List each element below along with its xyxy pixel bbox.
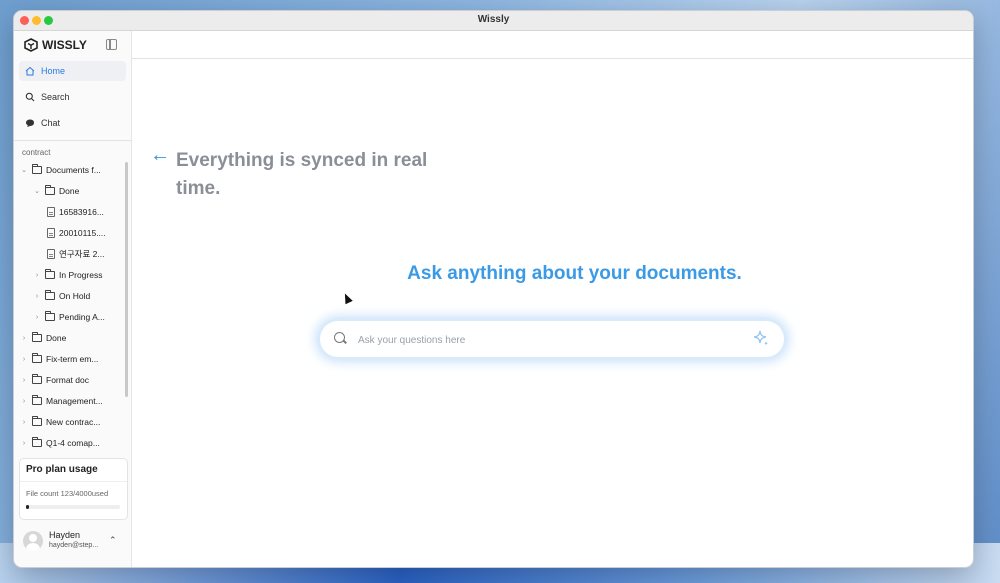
tree-file[interactable]: 연구자료 2...: [47, 247, 104, 261]
tree-item-done[interactable]: › Done: [20, 331, 66, 345]
tree-item-fix-term[interactable]: › Fix-term em...: [20, 352, 98, 366]
tree-item-new-contract[interactable]: › New contrac...: [20, 415, 100, 429]
sidebar-item-label: Chat: [41, 118, 61, 128]
tree-item-pending[interactable]: › Pending A...: [33, 310, 105, 324]
question-input[interactable]: [356, 329, 740, 351]
home-icon: [25, 66, 35, 76]
tree-item-label: Pending A...: [59, 312, 105, 322]
tree-item-in-progress[interactable]: › In Progress: [33, 268, 102, 282]
folder-icon: [32, 437, 42, 447]
search-icon: [25, 92, 35, 102]
folder-icon: [32, 353, 42, 363]
file-icon: [47, 207, 55, 217]
folder-icon: [45, 290, 55, 300]
usage-progress-bar: [26, 505, 120, 509]
tree-item-management[interactable]: › Management...: [20, 394, 103, 408]
chevron-right-icon[interactable]: ›: [20, 440, 28, 447]
tree-item-label: New contrac...: [46, 417, 101, 427]
file-icon: [47, 249, 55, 259]
chat-icon: [26, 119, 34, 127]
folder-icon: [45, 311, 55, 321]
sidebar: WISSLY Home Search Chat contract ⌄ Docum…: [14, 31, 132, 567]
chevron-down-icon[interactable]: ⌄: [33, 187, 41, 195]
tree-item-label: On Hold: [59, 291, 91, 301]
tree-item-label: Fix-term em...: [46, 354, 99, 364]
folder-icon: [32, 374, 42, 384]
sidebar-collapse-button[interactable]: [106, 39, 117, 50]
chevron-right-icon[interactable]: ›: [33, 314, 41, 321]
tree-item-label: 연구자료 2...: [59, 249, 105, 259]
tree-item-on-hold[interactable]: › On Hold: [33, 289, 90, 303]
tree-item-label: Done: [46, 333, 67, 343]
folder-icon: [32, 416, 42, 426]
logo-icon: [24, 38, 38, 52]
usage-progress-fill: [26, 505, 29, 509]
file-icon: [47, 228, 55, 238]
usage-divider: [20, 481, 127, 482]
tree-item-documents[interactable]: ⌄ Documents f...: [20, 163, 101, 177]
sidebar-divider: [14, 140, 131, 141]
usage-title: Pro plan usage: [26, 464, 98, 475]
chevron-down-icon[interactable]: ⌄: [20, 166, 28, 174]
sidebar-item-search[interactable]: Search: [19, 87, 126, 107]
sidebar-item-label: Home: [41, 66, 66, 76]
folder-icon: [32, 332, 42, 342]
user-name: Hayden: [49, 530, 81, 540]
folder-icon: [32, 164, 42, 174]
mouse-cursor: [341, 291, 353, 305]
sidebar-item-label: Search: [41, 92, 70, 102]
tree-item-q1-4[interactable]: › Q1-4 comap...: [20, 436, 100, 450]
sidebar-scrollbar[interactable]: [125, 162, 128, 397]
tree-file[interactable]: 20010115....: [47, 226, 106, 240]
user-email: hayden@step...: [49, 542, 99, 549]
main-header: [132, 31, 973, 59]
sync-hint: ← Everything is synced in real time.: [150, 144, 466, 203]
folder-icon: [45, 269, 55, 279]
title-bar: Wissly: [14, 11, 973, 31]
usage-card: Pro plan usage File count 123/4000used: [19, 458, 128, 520]
question-search-box[interactable]: [320, 321, 784, 357]
avatar: [23, 531, 43, 551]
page-headline: Ask anything about your documents.: [407, 263, 742, 284]
tree-item-label: Q1-4 comap...: [46, 438, 100, 448]
chevron-right-icon[interactable]: ›: [20, 356, 28, 363]
app-window: Wissly WISSLY Home Search Chat contract …: [13, 10, 974, 568]
folder-icon: [32, 395, 42, 405]
search-icon: [334, 332, 345, 343]
sidebar-item-home[interactable]: Home: [19, 61, 126, 81]
hint-text: Everything is synced in real time.: [176, 150, 428, 199]
logo-text: WISSLY: [42, 38, 87, 52]
chevron-right-icon[interactable]: ›: [20, 419, 28, 426]
arrow-left-icon: ←: [150, 144, 170, 166]
chevron-right-icon[interactable]: ›: [33, 293, 41, 300]
tree-item-label: Documents f...: [46, 165, 101, 175]
chevron-right-icon[interactable]: ›: [20, 377, 28, 384]
tree-item-label: 16583916...: [59, 207, 104, 217]
chevron-right-icon[interactable]: ›: [20, 335, 28, 342]
tree-item-label: Done: [59, 186, 80, 196]
usage-text: File count 123/4000used: [26, 489, 109, 498]
user-menu[interactable]: Hayden hayden@step... ⌃: [23, 529, 128, 555]
section-label: contract: [22, 148, 51, 157]
tree-item-done[interactable]: ⌄ Done: [33, 184, 79, 198]
tree-item-label: 20010115....: [59, 228, 106, 238]
sidebar-item-chat[interactable]: Chat: [19, 113, 126, 133]
sparkle-icon[interactable]: [752, 329, 770, 347]
tree-item-label: Format doc: [46, 375, 89, 385]
tree-item-format-doc[interactable]: › Format doc: [20, 373, 89, 387]
tree-file[interactable]: 16583916...: [47, 205, 104, 219]
app-logo: WISSLY: [24, 38, 87, 52]
chevron-right-icon[interactable]: ›: [33, 272, 41, 279]
folder-icon: [45, 185, 55, 195]
chevron-up-icon[interactable]: ⌃: [109, 535, 117, 546]
window-title: Wissly: [477, 14, 510, 25]
tree-item-label: Management...: [46, 396, 103, 406]
chevron-right-icon[interactable]: ›: [20, 398, 28, 405]
tree-item-label: In Progress: [59, 270, 103, 280]
main-content: ← Everything is synced in real time. Ask…: [132, 31, 973, 567]
